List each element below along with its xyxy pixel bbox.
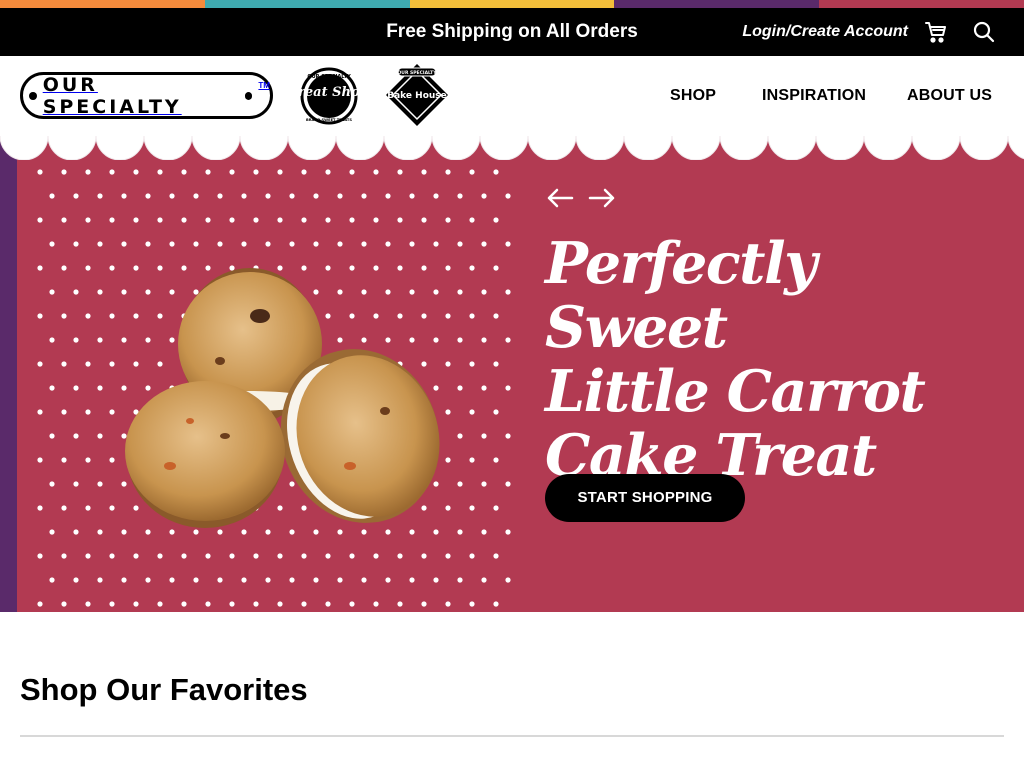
treat-shop-name: Treat Shop xyxy=(300,85,358,100)
hero-headline-line-1: Perfectly Sweet xyxy=(545,230,817,361)
slide-arrows xyxy=(545,186,617,210)
rainbow-segment xyxy=(204,0,410,8)
treat-shop-bottom-text: BRAND SWEET TREATS xyxy=(306,118,352,122)
hero-headline: Perfectly Sweet Little Carrot Cake Treat xyxy=(545,232,965,488)
section-divider xyxy=(20,735,1004,737)
logo-trademark: TM xyxy=(258,81,270,90)
nav-inspiration[interactable]: INSPIRATION xyxy=(762,56,866,136)
treat-shop-logo[interactable]: OUR SPECIALTY Treat Shop BRAND SWEET TRE… xyxy=(289,66,369,131)
search-icon[interactable] xyxy=(972,20,996,44)
rainbow-segment xyxy=(614,0,820,8)
login-link[interactable]: Login/Create Account xyxy=(742,8,908,56)
hero-banner: Perfectly Sweet Little Carrot Cake Treat… xyxy=(0,136,1024,612)
logo-dot-left xyxy=(29,91,37,100)
start-shopping-button[interactable]: START SHOPPING xyxy=(545,474,745,522)
cart-icon[interactable] xyxy=(924,20,948,44)
arrow-right-icon[interactable] xyxy=(587,186,617,210)
treat-shop-top-text: OUR SPECIALTY xyxy=(307,74,351,80)
carrot-cake-cookie-image xyxy=(125,268,440,528)
section-title: Shop Our Favorites xyxy=(20,672,308,707)
arrow-left-icon[interactable] xyxy=(545,186,575,210)
our-specialty-logo[interactable]: OUR SPECIALTY TM xyxy=(20,72,273,119)
site-header: OUR SPECIALTY TM OUR SPECIALTY Treat Sho… xyxy=(0,56,1024,136)
rainbow-stripe xyxy=(0,0,1024,8)
nav-about-us[interactable]: ABOUT US xyxy=(907,56,992,136)
header-scallop-edge xyxy=(0,136,1024,160)
promo-bar: Free Shipping on All Orders Login/Create… xyxy=(0,8,1024,56)
bake-house-top-text: OUR SPECIALTY xyxy=(397,70,437,76)
logo-text: OUR SPECIALTY xyxy=(42,73,182,118)
nav-shop[interactable]: SHOP xyxy=(670,56,716,136)
rainbow-segment xyxy=(819,0,1024,8)
rainbow-segment xyxy=(0,0,205,8)
bake-house-name: Bake House xyxy=(387,91,447,101)
logo-dot-right xyxy=(244,91,253,100)
rainbow-segment xyxy=(409,0,615,8)
hero-side-strip xyxy=(0,136,17,612)
hero-headline-line-2: Little Carrot xyxy=(545,358,926,425)
bake-house-logo[interactable]: OUR SPECIALTY Bake House xyxy=(384,62,450,133)
